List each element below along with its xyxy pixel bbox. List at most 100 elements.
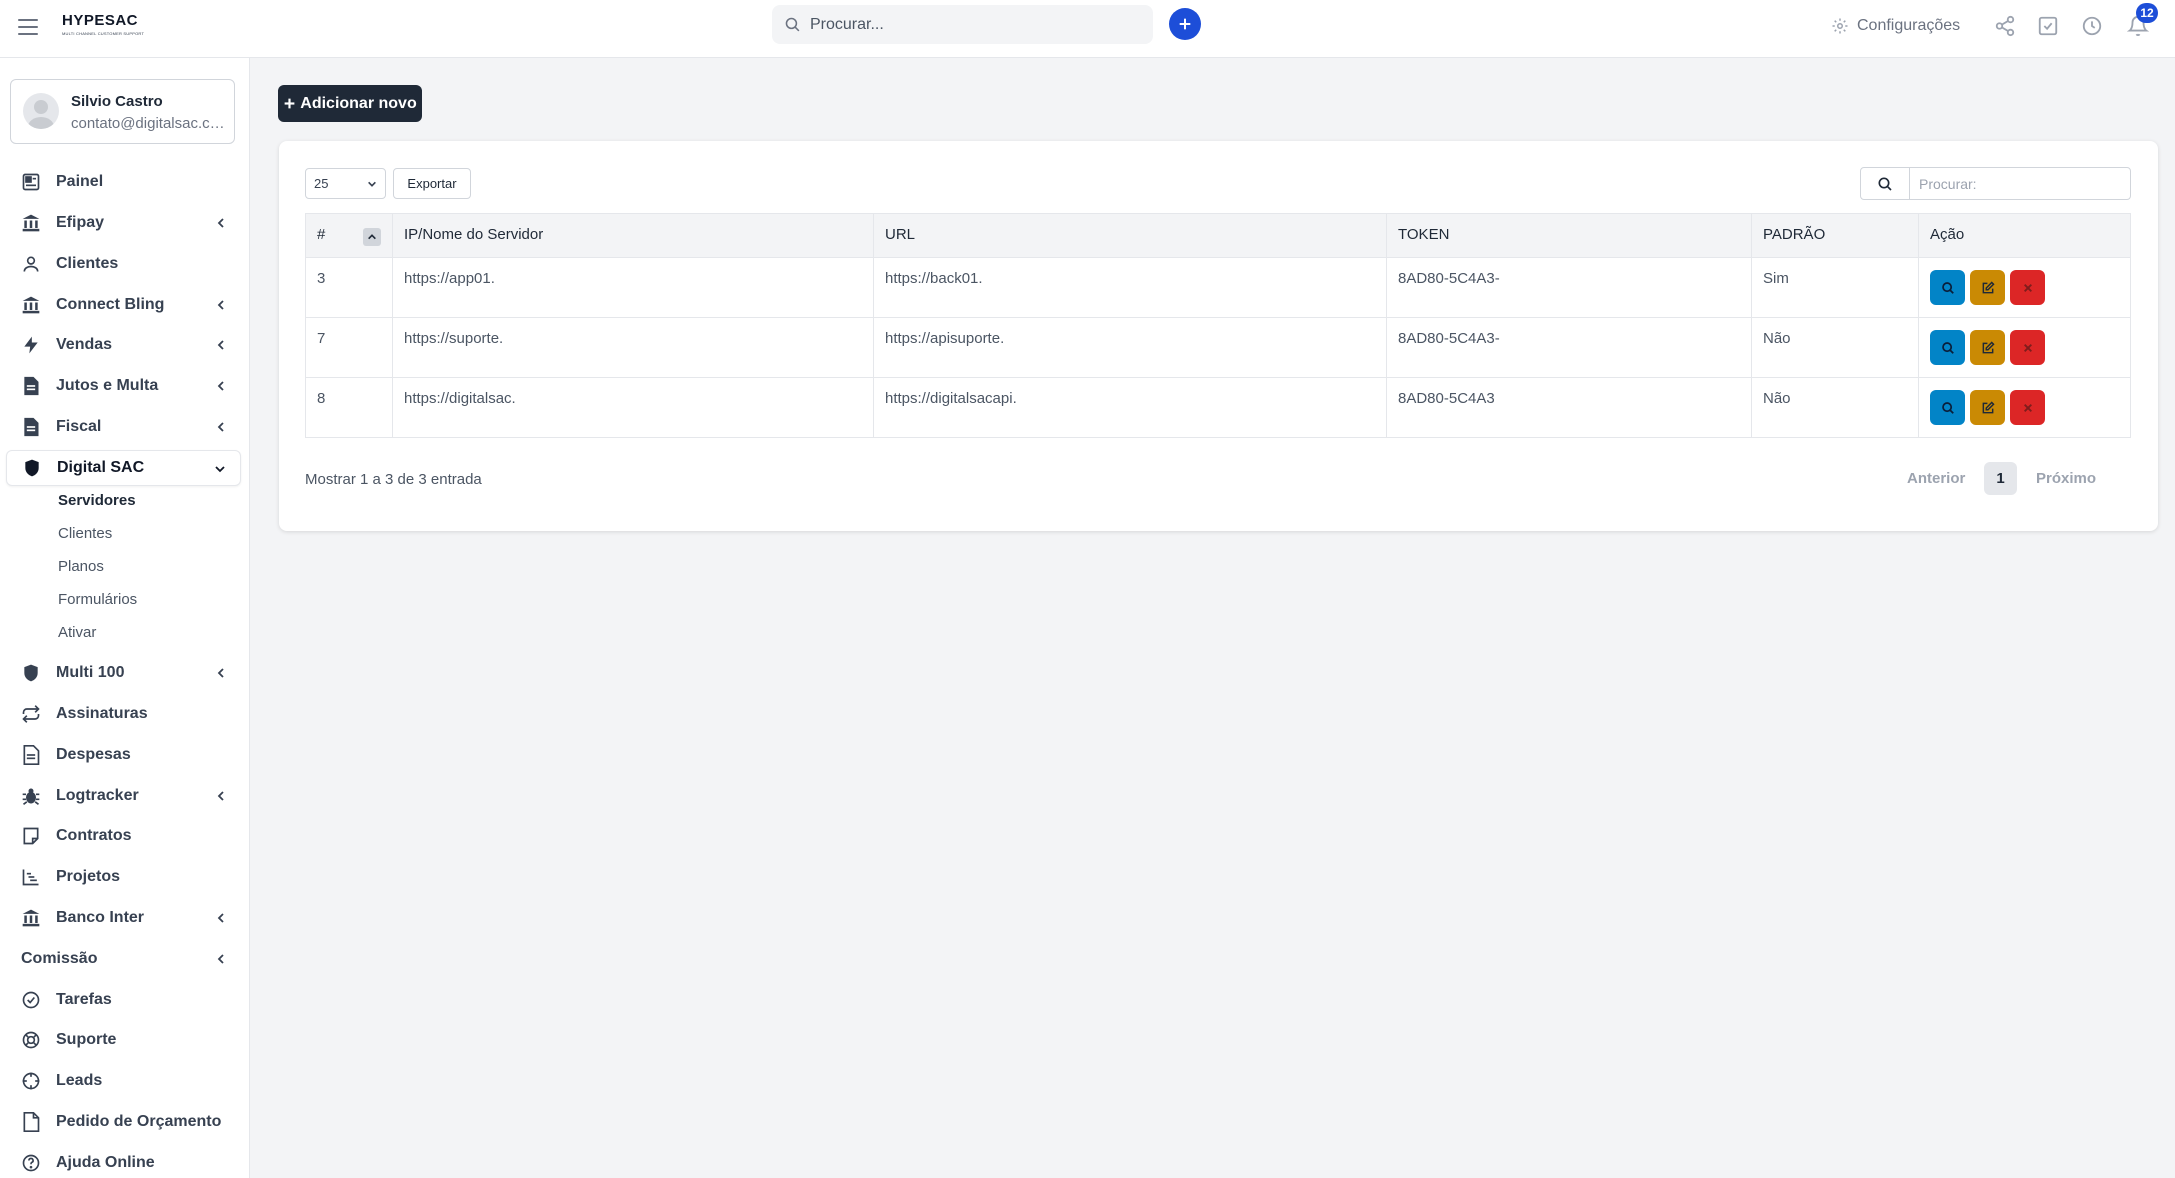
chevron-left-icon — [217, 791, 224, 801]
sidebar-item-assinaturas[interactable]: Assinaturas — [6, 696, 241, 732]
add-new-button[interactable]: Adicionar novo — [278, 85, 422, 122]
cell-id: 7 — [305, 317, 393, 378]
sidebar-item-label: Comissão — [21, 950, 98, 967]
cell-server: https://app01. — [392, 257, 874, 318]
pagination-previous[interactable]: Anterior — [1907, 470, 1965, 487]
sidebar-item-tarefas[interactable]: Tarefas — [6, 982, 241, 1018]
chevron-left-icon — [217, 218, 224, 228]
column-header-id[interactable]: # — [305, 213, 393, 258]
edit-button[interactable] — [1970, 270, 2005, 305]
delete-button[interactable] — [2010, 390, 2045, 425]
quick-add-button[interactable] — [1169, 8, 1201, 40]
sidebar-item-label: Efipay — [56, 214, 105, 231]
cell-token: 8AD80-5C4A3- — [1386, 257, 1752, 318]
cell-token: 8AD80-5C4A3 — [1386, 377, 1752, 438]
sidebar-item-efipay[interactable]: Efipay — [6, 205, 241, 241]
table-search-button[interactable] — [1861, 168, 1910, 199]
sidebar-item-digital-sac[interactable]: Digital SAC — [6, 450, 241, 486]
search-icon — [1941, 281, 1954, 294]
chevron-down-icon — [368, 181, 376, 187]
sidebar-item-label: Pedido de Orçamento — [56, 1113, 222, 1130]
cell-default: Não — [1751, 317, 1919, 378]
sidebar-item-projetos[interactable]: Projetos — [6, 859, 241, 895]
sidebar-item-logtracker[interactable]: Logtracker — [6, 778, 241, 814]
chevron-left-icon — [217, 300, 224, 310]
cell-actions — [1918, 377, 2131, 438]
cell-id: 8 — [305, 377, 393, 438]
sidebar-item-connect-bling[interactable]: Connect Bling — [6, 287, 241, 323]
edit-button[interactable] — [1970, 330, 2005, 365]
sidebar-item-suporte[interactable]: Suporte — [6, 1022, 241, 1058]
sidebar-item-contratos[interactable]: Contratos — [6, 818, 241, 854]
column-header-server[interactable]: IP/Nome do Servidor — [392, 213, 874, 258]
close-icon — [2023, 343, 2032, 352]
submenu-item-servidores[interactable]: Servidores — [58, 492, 136, 509]
sort-ascending-icon[interactable] — [363, 228, 381, 246]
search-icon — [785, 17, 800, 32]
sidebar-item-label: Jutos e Multa — [56, 377, 159, 394]
edit-icon — [1982, 280, 1995, 293]
sidebar-item-jutos-e-multa[interactable]: Jutos e Multa — [6, 368, 241, 404]
menu-toggle-icon[interactable] — [18, 19, 38, 35]
cell-default: Não — [1751, 377, 1919, 438]
cell-token: 8AD80-5C4A3- — [1386, 317, 1752, 378]
submenu-item-planos[interactable]: Planos — [58, 558, 104, 575]
pagination-next[interactable]: Próximo — [2036, 470, 2096, 487]
search-icon — [1941, 401, 1954, 414]
column-header-action: Ação — [1918, 213, 2131, 258]
cell-actions — [1918, 317, 2131, 378]
sidebar-item-label: Projetos — [56, 868, 121, 885]
share-icon[interactable] — [1994, 15, 2016, 37]
gear-icon — [1832, 18, 1848, 34]
sidebar-item-clientes[interactable]: Clientes — [6, 246, 241, 282]
view-button[interactable] — [1930, 390, 1965, 425]
bank-icon — [20, 294, 42, 316]
per-page-select[interactable]: 25 — [305, 168, 386, 199]
search-icon — [1878, 177, 1892, 191]
submenu-item-ativar[interactable]: Ativar — [58, 624, 96, 641]
sidebar: Silvio Castro contato@digitalsac.com.br … — [0, 58, 250, 1178]
column-header-url[interactable]: URL — [873, 213, 1387, 258]
sidebar-item-leads[interactable]: Leads — [6, 1063, 241, 1099]
settings-link[interactable]: Configurações — [1831, 15, 1960, 37]
view-button[interactable] — [1930, 270, 1965, 305]
sidebar-item-comissao[interactable]: Comissão — [6, 941, 241, 977]
table-row: 7 https://suporte. https://apisuporte. 8… — [305, 317, 2131, 378]
avatar — [23, 93, 59, 129]
delete-button[interactable] — [2010, 330, 2045, 365]
sidebar-item-painel[interactable]: Painel — [6, 164, 241, 200]
sidebar-item-vendas[interactable]: Vendas — [6, 327, 241, 363]
submenu-item-formularios[interactable]: Formulários — [58, 591, 137, 608]
plus-icon — [284, 98, 295, 109]
logo[interactable]: HYPESAC MULTI CHANNEL CUSTOMER SUPPORT — [62, 12, 162, 46]
checkbox-icon[interactable] — [2037, 15, 2059, 37]
user-name: Silvio Castro — [71, 93, 163, 110]
view-button[interactable] — [1930, 330, 1965, 365]
table-search-input[interactable] — [1919, 168, 2119, 199]
sidebar-item-fiscal[interactable]: Fiscal — [6, 409, 241, 445]
column-header-token[interactable]: TOKEN — [1386, 213, 1752, 258]
crosshair-icon — [20, 1070, 42, 1092]
global-search-input[interactable] — [810, 5, 1140, 44]
cell-default: Sim — [1751, 257, 1919, 318]
sidebar-item-multi-100[interactable]: Multi 100 — [6, 655, 241, 691]
edit-button[interactable] — [1970, 390, 2005, 425]
sidebar-item-label: Logtracker — [56, 787, 139, 804]
submenu-item-clientes[interactable]: Clientes — [58, 525, 112, 542]
delete-button[interactable] — [2010, 270, 2045, 305]
user-card[interactable]: Silvio Castro contato@digitalsac.com.br — [10, 79, 235, 144]
document-icon — [20, 744, 42, 766]
export-button[interactable]: Exportar — [393, 168, 471, 199]
sidebar-item-label: Fiscal — [56, 418, 102, 435]
pagination-page-current[interactable]: 1 — [1984, 462, 2017, 495]
sidebar-item-pedido-de-orcamento[interactable]: Pedido de Orçamento — [6, 1104, 241, 1140]
sidebar-item-despesas[interactable]: Despesas — [6, 737, 241, 773]
logo-tagline: MULTI CHANNEL CUSTOMER SUPPORT — [62, 31, 145, 36]
sidebar-item-ajuda-online[interactable]: Ajuda Online — [6, 1145, 241, 1178]
add-new-label: Adicionar novo — [300, 94, 417, 112]
sidebar-item-label: Vendas — [56, 336, 113, 353]
cell-server: https://suporte. — [392, 317, 874, 378]
sidebar-item-banco-inter[interactable]: Banco Inter — [6, 900, 241, 936]
column-header-default[interactable]: PADRÃO — [1751, 213, 1919, 258]
clock-icon[interactable] — [2081, 15, 2103, 37]
